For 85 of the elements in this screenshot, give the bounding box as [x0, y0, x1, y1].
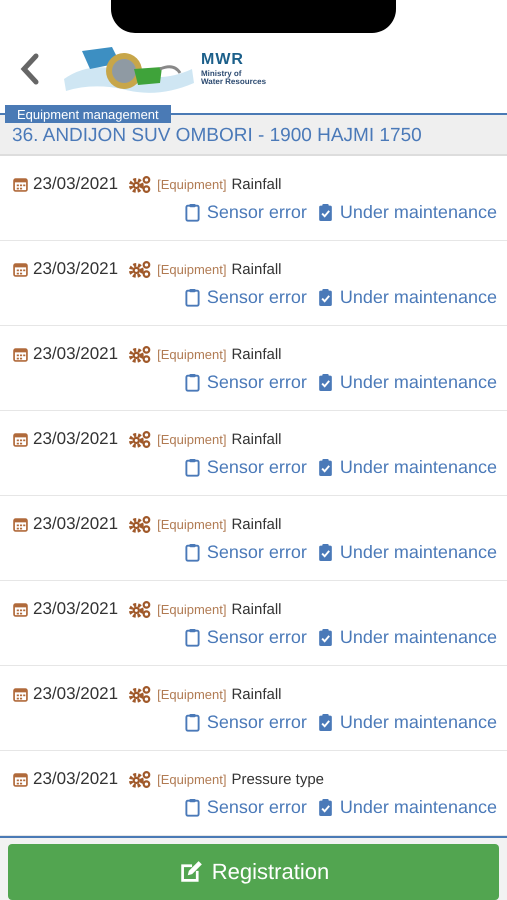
- page-title: 36. ANDIJON SUV OMBORI - 1900 HAJMI 1750: [12, 126, 422, 145]
- section-label: Equipment management: [5, 105, 171, 123]
- clipboard-icon: [184, 542, 200, 562]
- gears-icon: [128, 260, 152, 278]
- record-date: 23/03/2021: [33, 344, 118, 364]
- calendar-icon: [13, 772, 28, 786]
- status-label: Sensor error: [206, 202, 307, 222]
- record-item[interactable]: 23/03/2021 [Equipment] Rainfall Sensor error Under maintenance: [0, 666, 507, 751]
- calendar-icon: [13, 176, 28, 192]
- status-label: Under maintenance: [340, 712, 497, 732]
- record-name: Rainfall: [231, 346, 282, 362]
- clipboard-check-icon: [318, 202, 333, 222]
- clipboard-icon: [184, 712, 200, 732]
- clipboard-check-icon: [318, 542, 333, 562]
- record-date: 23/03/2021: [33, 599, 118, 619]
- calendar-icon: [13, 602, 28, 616]
- record-category: [Equipment]: [157, 176, 226, 192]
- record-date: 23/03/2021: [33, 514, 118, 534]
- record-item[interactable]: 23/03/2021 [Equipment] Rainfall Sensor error Under maintenance: [0, 326, 507, 411]
- status-label: Under maintenance: [340, 456, 497, 478]
- record-name: Rainfall: [231, 516, 282, 532]
- record-category: [Equipment]: [157, 772, 226, 786]
- status-label: Under maintenance: [340, 542, 497, 562]
- record-item[interactable]: 23/03/2021 [Equipment] Rainfall Sensor error Under maintenance: [0, 156, 507, 241]
- record-name: Rainfall: [231, 686, 282, 702]
- status-label: Sensor error: [206, 712, 307, 732]
- record-date: 23/03/2021: [33, 174, 118, 194]
- gears-icon: [128, 684, 152, 704]
- logo-subtitle: Ministry of: [201, 70, 242, 78]
- record-name: Rainfall: [231, 430, 282, 448]
- clipboard-check-icon: [318, 628, 333, 646]
- record-name: Rainfall: [231, 176, 282, 192]
- clipboard-icon: [184, 628, 200, 646]
- clipboard-icon: [184, 202, 200, 222]
- status-label: Under maintenance: [340, 372, 497, 392]
- status-label: Under maintenance: [340, 626, 497, 648]
- gears-icon: [128, 514, 152, 534]
- clipboard-icon: [184, 458, 200, 476]
- clipboard-icon: [184, 798, 200, 816]
- record-item[interactable]: 23/03/2021 [Equipment] Rainfall Sensor error Under maintenance: [0, 241, 507, 326]
- record-category: [Equipment]: [157, 346, 226, 362]
- record-category: [Equipment]: [157, 686, 226, 702]
- clipboard-check-icon: [318, 458, 333, 476]
- clipboard-check-icon: [318, 372, 333, 392]
- clipboard-icon: [184, 372, 200, 392]
- status-label: Under maintenance: [340, 286, 497, 308]
- record-category: [Equipment]: [157, 432, 226, 446]
- status-label: Sensor error: [206, 626, 307, 648]
- record-category: [Equipment]: [157, 262, 226, 276]
- record-category: [Equipment]: [157, 516, 226, 532]
- calendar-icon: [13, 432, 28, 446]
- calendar-icon: [13, 516, 28, 532]
- record-item[interactable]: 23/03/2021 [Equipment] Rainfall Sensor error Under maintenance: [0, 496, 507, 581]
- logo-subtitle: Water Resources: [201, 78, 266, 86]
- gears-icon: [128, 430, 152, 448]
- gears-icon: [128, 600, 152, 618]
- record-date: 23/03/2021: [33, 259, 118, 279]
- record-date: 23/03/2021: [33, 429, 118, 449]
- calendar-icon: [13, 346, 28, 362]
- status-label: Sensor error: [206, 286, 307, 308]
- clipboard-icon: [184, 288, 200, 306]
- record-date: 23/03/2021: [33, 684, 118, 704]
- status-label: Under maintenance: [340, 796, 497, 818]
- record-name: Rainfall: [231, 600, 282, 618]
- gears-icon: [128, 770, 152, 788]
- status-label: Sensor error: [206, 796, 307, 818]
- clipboard-check-icon: [318, 798, 333, 816]
- status-label: Sensor error: [206, 542, 307, 562]
- clipboard-check-icon: [318, 712, 333, 732]
- record-item[interactable]: 23/03/2021 [Equipment] Rainfall Sensor error Under maintenance: [0, 581, 507, 666]
- record-name: Rainfall: [231, 260, 282, 278]
- gears-icon: [128, 344, 152, 364]
- status-label: Under maintenance: [340, 202, 497, 222]
- record-category: [Equipment]: [157, 602, 226, 616]
- clipboard-check-icon: [318, 288, 333, 306]
- record-item[interactable]: 23/03/2021 [Equipment] Rainfall Sensor error Under maintenance: [0, 411, 507, 496]
- back-icon[interactable]: [20, 53, 40, 85]
- gears-icon: [128, 174, 152, 194]
- calendar-icon: [13, 262, 28, 276]
- logo-title: MWR: [201, 52, 245, 68]
- status-label: Sensor error: [206, 372, 307, 392]
- status-label: Sensor error: [206, 456, 307, 478]
- record-date: 23/03/2021: [33, 769, 118, 789]
- record-name: Pressure type: [231, 770, 324, 788]
- calendar-icon: [13, 686, 28, 702]
